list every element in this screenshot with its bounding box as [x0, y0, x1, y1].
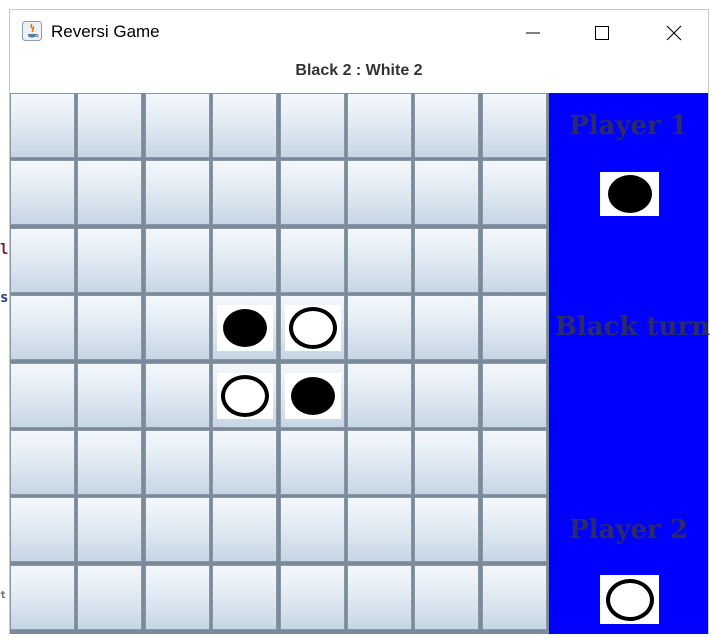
java-app-icon [22, 21, 42, 41]
board-cell[interactable] [212, 228, 277, 293]
board-cell[interactable] [280, 295, 345, 360]
player-panel: Player 1 Black turn Player 2 [549, 93, 710, 634]
board-cell[interactable] [347, 93, 412, 158]
board-cell[interactable] [482, 228, 547, 293]
close-icon [666, 25, 682, 41]
black-disc-icon [222, 308, 267, 347]
board-cell[interactable] [145, 93, 210, 158]
board-cell[interactable] [347, 565, 412, 630]
board-cell[interactable] [482, 160, 547, 225]
board-cell[interactable] [482, 93, 547, 158]
board-cell[interactable] [280, 93, 345, 158]
window-title: Reversi Game [51, 22, 160, 41]
board-cell[interactable] [77, 430, 142, 495]
board-cell[interactable] [280, 228, 345, 293]
board-cell[interactable] [414, 93, 479, 158]
board-cell[interactable] [347, 430, 412, 495]
white-disc-icon [288, 306, 337, 349]
board-cell[interactable] [212, 160, 277, 225]
board-cell[interactable] [145, 363, 210, 428]
board-cell[interactable] [212, 497, 277, 562]
board-cell[interactable] [414, 160, 479, 225]
board-cell[interactable] [10, 295, 75, 360]
white-disc-icon [220, 374, 269, 417]
board-cell[interactable] [482, 363, 547, 428]
board-cell[interactable] [482, 430, 547, 495]
board-cell[interactable] [145, 430, 210, 495]
black-piece [216, 304, 273, 351]
board-cell[interactable] [145, 565, 210, 630]
black-piece [284, 372, 341, 419]
board-cell[interactable] [414, 565, 479, 630]
white-piece [216, 372, 273, 419]
board-cell[interactable] [10, 565, 75, 630]
player2-label: Player 2 [569, 515, 688, 545]
board-cell[interactable] [10, 430, 75, 495]
board-cell[interactable] [212, 93, 277, 158]
minimize-icon [526, 32, 540, 34]
close-button[interactable] [651, 10, 697, 56]
board-cell[interactable] [347, 228, 412, 293]
board-cell[interactable] [414, 363, 479, 428]
black-disc-icon [607, 175, 652, 213]
board-cell[interactable] [414, 497, 479, 562]
reversi-window: Reversi Game Black 2 : White 2 Player 1 … [9, 9, 710, 634]
score-label: Black 2 : White 2 [295, 62, 423, 79]
maximize-button[interactable] [579, 10, 625, 56]
background-text-fragment: l [0, 242, 9, 258]
board-cell[interactable] [145, 497, 210, 562]
white-piece [284, 304, 341, 351]
board-cell[interactable] [212, 430, 277, 495]
board-cell[interactable] [212, 363, 277, 428]
white-disc-icon [605, 578, 654, 621]
black-disc-icon [290, 376, 335, 415]
board-cell[interactable] [482, 295, 547, 360]
board-cell[interactable] [212, 565, 277, 630]
board-cell[interactable] [347, 363, 412, 428]
background-text-fragment: t [0, 590, 7, 601]
background-text-fragment: s [0, 290, 9, 306]
board-cell[interactable] [10, 497, 75, 562]
board-cell[interactable] [280, 565, 345, 630]
board-cell[interactable] [280, 430, 345, 495]
board-cell[interactable] [280, 497, 345, 562]
board-cell[interactable] [77, 295, 142, 360]
turn-indicator: Black turn [554, 312, 711, 342]
player1-label: Player 1 [569, 111, 688, 141]
board-cell[interactable] [414, 228, 479, 293]
board-cell[interactable] [280, 160, 345, 225]
board-cell[interactable] [145, 228, 210, 293]
board-cell[interactable] [10, 160, 75, 225]
board-cell[interactable] [77, 363, 142, 428]
board-cell[interactable] [482, 565, 547, 630]
board-cell[interactable] [145, 160, 210, 225]
board-cell[interactable] [10, 228, 75, 293]
board-cell[interactable] [280, 363, 345, 428]
board-cell[interactable] [414, 430, 479, 495]
board-cell[interactable] [414, 295, 479, 360]
board-cell[interactable] [347, 497, 412, 562]
board-cell[interactable] [10, 93, 75, 158]
minimize-button[interactable] [510, 10, 556, 56]
player2-piece [600, 575, 659, 624]
board-cell[interactable] [10, 363, 75, 428]
game-board [10, 93, 549, 634]
board-cell[interactable] [482, 497, 547, 562]
board-cell[interactable] [77, 228, 142, 293]
board-cell[interactable] [347, 295, 412, 360]
board-cell[interactable] [77, 160, 142, 225]
board-cell[interactable] [77, 93, 142, 158]
board-cell[interactable] [347, 160, 412, 225]
board-cell[interactable] [212, 295, 277, 360]
title-bar[interactable]: Reversi Game [10, 10, 708, 56]
board-cell[interactable] [77, 565, 142, 630]
board-cell[interactable] [145, 295, 210, 360]
board-cell[interactable] [77, 497, 142, 562]
player1-piece [600, 172, 659, 216]
maximize-icon [595, 26, 609, 40]
